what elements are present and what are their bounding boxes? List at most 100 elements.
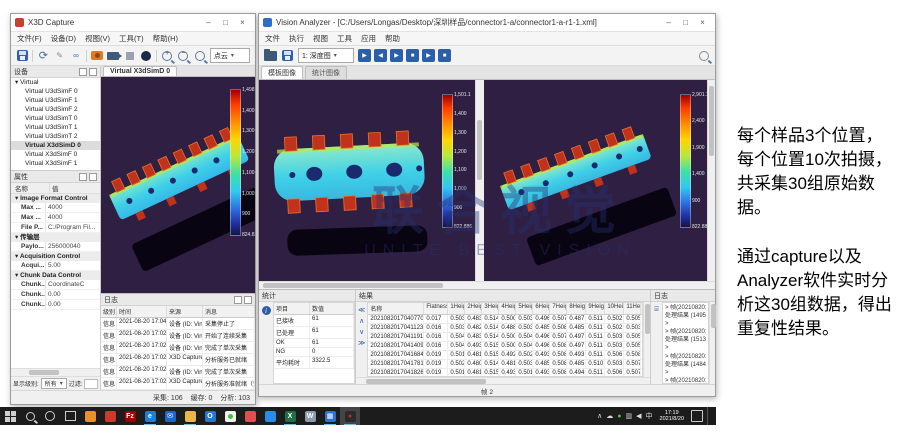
column-header[interactable]: 级别	[101, 306, 117, 317]
search-button[interactable]	[20, 407, 40, 425]
table-row[interactable]: 信息2021-08-20 17:04:24:594设备 (ID: Virt...…	[101, 318, 255, 330]
column-header[interactable]: 10Heigl	[605, 303, 624, 314]
snapshot-icon[interactable]	[91, 51, 103, 60]
log-filter-input[interactable]	[84, 379, 98, 389]
sunflower-remote-app[interactable]	[80, 407, 100, 425]
column-header[interactable]: 1Heigh	[448, 303, 465, 314]
view-mode-dropdown[interactable]: 点云 ▾	[210, 48, 250, 63]
tray-volume-icon[interactable]: ◀	[636, 412, 641, 420]
log-level-dropdown[interactable]: 所有▾	[41, 378, 67, 389]
notification-center-icon[interactable]	[691, 410, 703, 422]
column-header[interactable]: 7Heigh	[550, 303, 567, 314]
mail-app[interactable]: ✉	[160, 407, 180, 425]
table-row[interactable]: 202108201704182670.0190.5010.4810.5150.4…	[368, 369, 642, 376]
table-row[interactable]: 信息2021-08-20 17:02:17:027X3D Capture分析服务…	[101, 378, 255, 390]
property-row[interactable]: Paylo...256000040	[11, 242, 100, 252]
last-row-button[interactable]: ≫	[358, 339, 365, 347]
prev-frame-button[interactable]: ◀	[374, 49, 387, 62]
column-header[interactable]: 项目	[274, 303, 310, 314]
property-row[interactable]: Chunk...CoordinateC	[11, 280, 100, 290]
stop-capture-icon[interactable]	[126, 52, 134, 60]
column-header[interactable]: 4Heigh	[499, 303, 516, 314]
property-row[interactable]: Max ...4000	[11, 203, 100, 213]
menu-item-应用[interactable]: 应用	[361, 33, 376, 44]
stop-button[interactable]: ■	[438, 49, 451, 62]
menu-item-视图[interactable]: 视图	[313, 33, 328, 44]
viewport-vertical-scrollbar[interactable]	[707, 80, 715, 281]
analyzer-titlebar[interactable]: Vision Analyzer - [C:/Users/Longas/Deskt…	[259, 14, 715, 32]
property-row[interactable]: Chunk...0.00	[11, 290, 100, 300]
column-header[interactable]: 来源	[167, 306, 203, 317]
wechat-app[interactable]	[220, 407, 240, 425]
link-icon[interactable]: ∞	[70, 49, 82, 62]
x3d-capture-app[interactable]: ●	[340, 407, 360, 425]
continuous-capture-icon[interactable]	[107, 52, 119, 60]
column-header[interactable]: 9Height	[586, 303, 605, 314]
tray-expand-icon[interactable]: ∧	[597, 412, 602, 420]
table-row[interactable]: 202108201704140970.0160.5040.4930.5150.5…	[368, 342, 642, 351]
filezilla-app[interactable]: Fz	[120, 407, 140, 425]
device-tree-item[interactable]: Virtual X3dSimD 0	[11, 141, 100, 150]
column-header[interactable]: 消息	[203, 306, 255, 317]
pause-button[interactable]: ■	[406, 49, 419, 62]
menu-item-帮助(H)[interactable]: 帮助(H)	[153, 33, 178, 44]
next-frame-button[interactable]: ▶	[390, 49, 403, 62]
menu-item-执行[interactable]: 执行	[289, 33, 304, 44]
table-row[interactable]: 信息2021-08-20 17:02:26:520设备 (ID: Virt...…	[101, 342, 255, 354]
connect-icon[interactable]: ✎	[54, 49, 66, 62]
edge-browser[interactable]: e	[140, 407, 160, 425]
property-group[interactable]: ▾ 传输层	[11, 233, 100, 242]
record-icon[interactable]	[141, 51, 151, 61]
tray-wechat-icon[interactable]: ●	[617, 413, 621, 420]
property-row[interactable]: Max ...4000	[11, 213, 100, 223]
image-source-dropdown[interactable]: 1: 深度图 ▾	[298, 48, 354, 63]
close-button[interactable]: ×	[694, 16, 711, 29]
table-row[interactable]: 信息2021-08-20 17:02:52:881设备 (ID: Virt...…	[101, 330, 255, 342]
menu-item-工具(T)[interactable]: 工具(T)	[119, 33, 144, 44]
tab-statistics-image[interactable]: 统计图像	[305, 66, 347, 79]
panel-float-button[interactable]	[79, 68, 87, 76]
close-button[interactable]: ×	[234, 16, 251, 29]
table-row[interactable]: 202108201704077090.0170.5030.4830.5140.5…	[368, 315, 642, 324]
maximize-button[interactable]: □	[217, 16, 234, 29]
menu-item-工具[interactable]: 工具	[337, 33, 352, 44]
table-row[interactable]: 信息2021-08-20 17:02:26:284X3D Capture分析服务…	[101, 354, 255, 366]
device-tree-root[interactable]: ▾ Virtual	[11, 78, 100, 87]
play-button[interactable]: ▶	[422, 49, 435, 62]
property-group[interactable]: ▾ Acquisition Control	[11, 252, 100, 261]
property-row[interactable]: File P...C:/Program Fil...	[11, 223, 100, 233]
analyzer-result-3d-view[interactable]: 2,901.12,4001,9001,400900822.886	[484, 80, 707, 281]
column-header[interactable]: 8Height	[567, 303, 586, 314]
device-tree-item[interactable]: Virtual X3dSimF 1	[11, 159, 100, 168]
menu-item-文件[interactable]: 文件	[265, 33, 280, 44]
start-button[interactable]	[0, 407, 20, 425]
browser-app[interactable]	[260, 407, 280, 425]
table-row[interactable]: 202108201704119100.0160.5040.4830.5140.5…	[368, 333, 642, 342]
column-header[interactable]: 5Heigh	[516, 303, 533, 314]
column-header[interactable]: Flatness	[424, 303, 448, 314]
panel-float-button[interactable]	[79, 173, 87, 181]
table-row[interactable]: OK61	[274, 339, 354, 348]
table-row[interactable]: NG0	[274, 348, 354, 357]
paint-app[interactable]	[100, 407, 120, 425]
minimize-button[interactable]: –	[200, 16, 217, 29]
device-tree-item[interactable]: Virtual U3dSimF 2	[11, 105, 100, 114]
mascot-app[interactable]	[240, 407, 260, 425]
column-header[interactable]: 名称	[368, 303, 424, 314]
device-tree-item[interactable]: Virtual X3dSimF 0	[11, 150, 100, 159]
tray-cloud-icon[interactable]: ☁	[606, 412, 613, 420]
panel-float-button[interactable]	[234, 296, 242, 304]
table-row[interactable]: 信息2021-08-20 17:02:17:056设备 (ID: Virt...…	[101, 366, 255, 378]
show-desktop-button[interactable]	[707, 407, 712, 425]
photos-app[interactable]: ▦	[320, 407, 340, 425]
capture-3d-view[interactable]: 1,498.11,4001,3001,2001,1001,000900824.8…	[101, 77, 255, 293]
outlook-app[interactable]: O	[200, 407, 220, 425]
zoom-fit-icon[interactable]	[195, 51, 205, 61]
file-explorer[interactable]	[180, 407, 200, 425]
column-header[interactable]: 3Heigh	[482, 303, 499, 314]
word-app[interactable]: W	[300, 407, 320, 425]
zoom-in-icon[interactable]: +	[162, 51, 172, 61]
open-file-icon[interactable]	[264, 51, 277, 61]
device-tree-item[interactable]: Virtual U3dSimT 2	[11, 132, 100, 141]
log-vertical-scrollbar[interactable]	[709, 302, 715, 384]
